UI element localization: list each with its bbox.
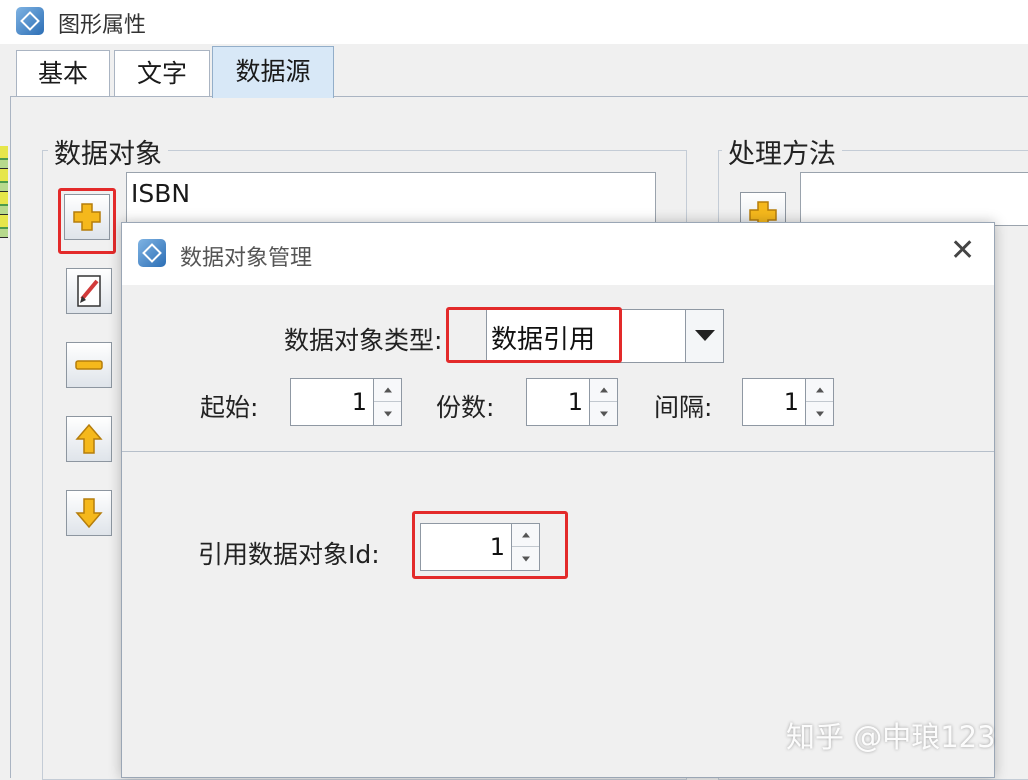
copies-stepper[interactable]: 1: [526, 378, 618, 426]
start-increment-button[interactable]: [374, 379, 401, 402]
copies-label: 份数:: [436, 393, 495, 422]
start-stepper[interactable]: 1: [290, 378, 402, 426]
app-icon: [16, 7, 44, 35]
interval-increment-button[interactable]: [806, 379, 833, 402]
dialog-divider: [122, 451, 994, 452]
copies-decrement-button[interactable]: [590, 402, 617, 425]
type-select-highlight: [446, 307, 622, 363]
dialog-titlebar: 数据对象管理 ✕: [122, 223, 994, 285]
tab-text[interactable]: 文字: [114, 50, 210, 96]
edit-data-object-button[interactable]: [66, 268, 112, 314]
ref-id-label: 引用数据对象Id:: [198, 540, 380, 569]
start-stepper-buttons[interactable]: [373, 379, 401, 425]
list-item[interactable]: ISBN: [131, 179, 651, 208]
processing-list[interactable]: [800, 172, 1028, 226]
move-down-icon: [75, 498, 103, 529]
add-data-object-button[interactable]: [64, 194, 110, 240]
edit-icon: [77, 275, 101, 307]
close-icon[interactable]: ✕: [950, 233, 975, 268]
copies-stepper-buttons[interactable]: [589, 379, 617, 425]
move-up-icon: [75, 423, 103, 454]
start-value[interactable]: 1: [291, 388, 367, 416]
data-object-group-label: 数据对象: [48, 132, 168, 171]
start-label: 起始:: [200, 393, 259, 422]
data-object-manager-dialog: 数据对象管理 ✕ 数据对象类型: 数据引用 起始: 1 份数: 1 间隔: 1 …: [121, 222, 995, 778]
move-up-button[interactable]: [66, 416, 112, 462]
dialog-title: 数据对象管理: [180, 246, 313, 271]
copies-value[interactable]: 1: [527, 388, 583, 416]
watermark-text: 知乎 @中琅123: [786, 720, 996, 754]
tab-basic[interactable]: 基本: [16, 50, 110, 96]
interval-decrement-button[interactable]: [806, 402, 833, 425]
chevron-down-icon[interactable]: [685, 310, 723, 362]
interval-value[interactable]: 1: [743, 388, 799, 416]
data-object-list[interactable]: ISBN: [126, 172, 656, 226]
window-title: 图形属性: [58, 13, 147, 38]
add-icon: [73, 203, 101, 231]
remove-data-object-button[interactable]: [66, 342, 112, 388]
type-label: 数据对象类型:: [284, 326, 443, 355]
remove-icon: [75, 360, 103, 370]
interval-stepper-buttons[interactable]: [805, 379, 833, 425]
copies-increment-button[interactable]: [590, 379, 617, 402]
move-down-button[interactable]: [66, 490, 112, 536]
processing-group-label: 处理方法: [722, 132, 842, 171]
window-left-border: [10, 97, 11, 778]
tab-data-source[interactable]: 数据源: [212, 46, 334, 98]
interval-stepper[interactable]: 1: [742, 378, 834, 426]
window-titlebar: 图形属性: [0, 0, 1028, 44]
dialog-app-icon: [138, 239, 166, 267]
ref-id-highlight: [412, 511, 568, 579]
interval-label: 间隔:: [654, 393, 713, 422]
start-decrement-button[interactable]: [374, 402, 401, 425]
background-label-strip: [0, 146, 8, 238]
